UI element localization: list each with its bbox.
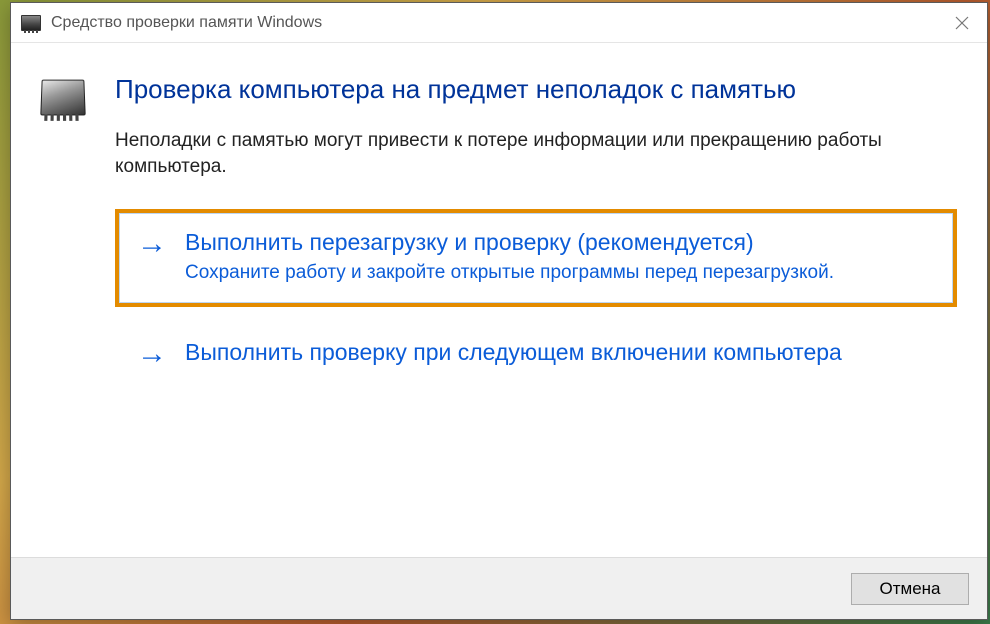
- option-text: Выполнить перезагрузку и проверку (реком…: [185, 227, 834, 286]
- dialog-body: Проверка компьютера на предмет неполадок…: [115, 73, 957, 547]
- dialog-heading: Проверка компьютера на предмет неполадок…: [115, 73, 957, 106]
- memory-chip-icon: [40, 80, 85, 116]
- cancel-button[interactable]: Отмена: [851, 573, 969, 605]
- option-description: Сохраните работу и закройте открытые про…: [185, 260, 834, 286]
- dialog-content: Проверка компьютера на предмет неполадок…: [11, 43, 987, 557]
- option-text: Выполнить проверку при следующем включен…: [185, 337, 842, 370]
- close-icon: [955, 16, 969, 30]
- dialog-footer: Отмена: [11, 557, 987, 619]
- close-button[interactable]: [937, 3, 987, 43]
- dialog-description: Неполадки с памятью могут привести к пот…: [115, 128, 957, 181]
- memory-chip-icon: [21, 15, 41, 31]
- memory-diagnostic-dialog: Средство проверки памяти Windows Проверк…: [10, 2, 988, 620]
- titlebar: Средство проверки памяти Windows: [11, 3, 987, 43]
- option-restart-now[interactable]: → Выполнить перезагрузку и проверку (рек…: [115, 209, 957, 308]
- option-title: Выполнить перезагрузку и проверку (реком…: [185, 227, 834, 258]
- arrow-right-icon: →: [137, 339, 167, 369]
- arrow-right-icon: →: [137, 229, 167, 259]
- window-title: Средство проверки памяти Windows: [51, 14, 937, 32]
- option-title: Выполнить проверку при следующем включен…: [185, 337, 842, 368]
- option-check-next-boot[interactable]: → Выполнить проверку при следующем включ…: [115, 319, 957, 392]
